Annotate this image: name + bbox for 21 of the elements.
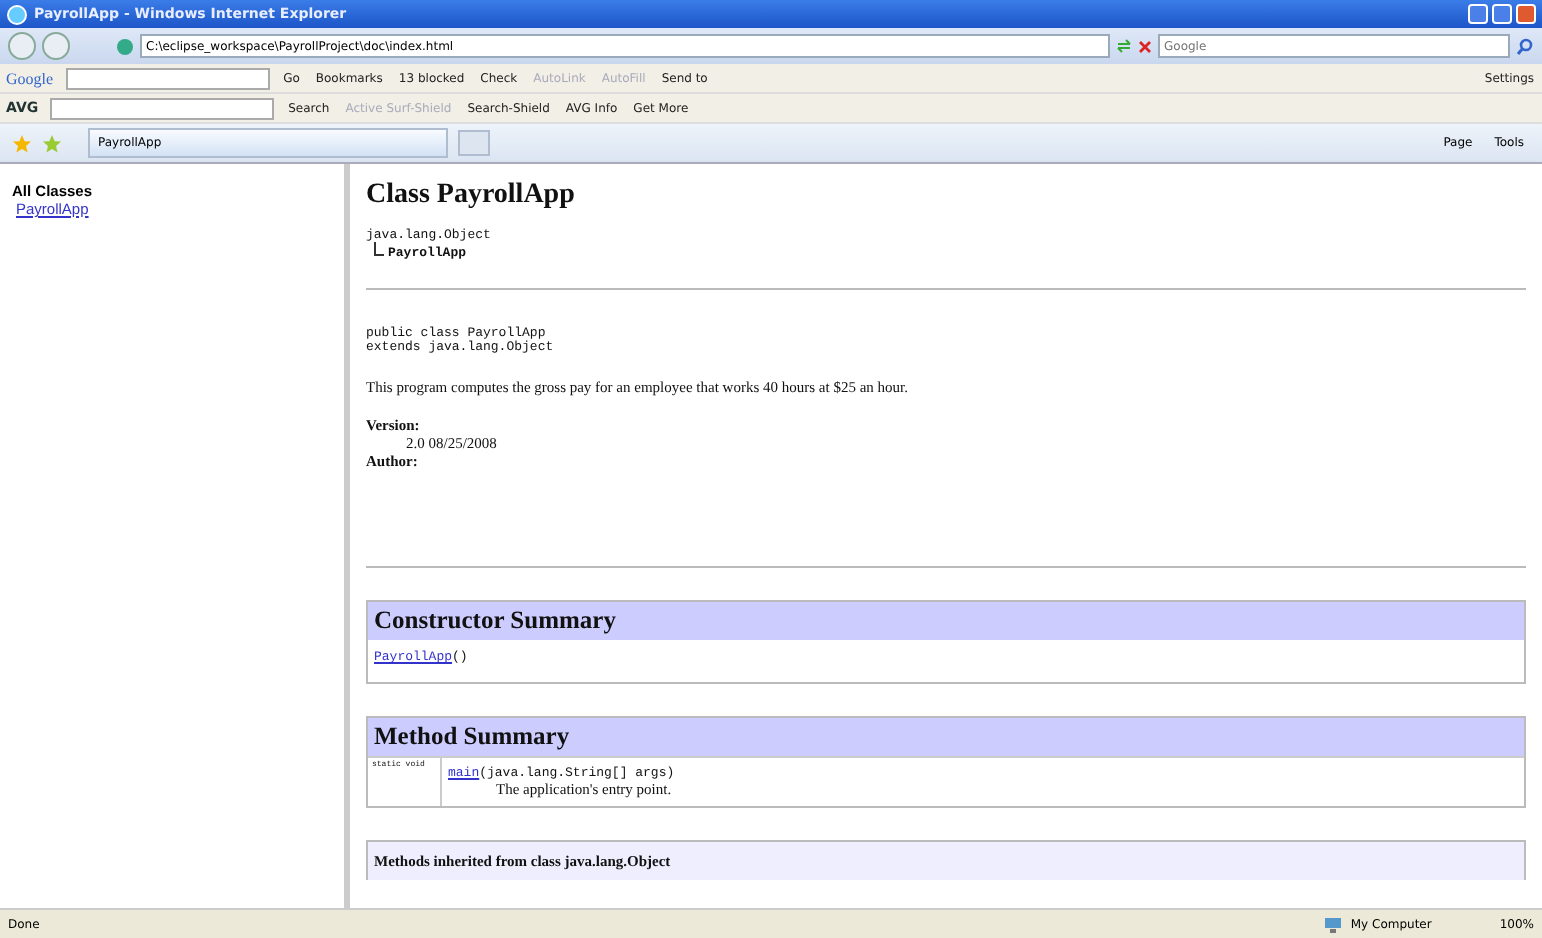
star-icon[interactable] xyxy=(12,133,32,153)
new-tab-button[interactable] xyxy=(458,130,490,156)
maximize-button[interactable] xyxy=(1492,4,1512,24)
forward-button[interactable] xyxy=(42,32,70,60)
class-title: Class PayrollApp xyxy=(366,180,577,212)
toolbar-logo: Google xyxy=(6,69,54,87)
summary-heading: Constructor Summary xyxy=(368,602,1524,640)
page-icon xyxy=(116,37,134,55)
close-button[interactable] xyxy=(1516,4,1536,24)
toolbar-search-field[interactable] xyxy=(65,67,270,89)
minimize-button[interactable] xyxy=(1468,4,1488,24)
refresh-icon[interactable] xyxy=(1116,38,1132,54)
toolbar-search-field[interactable] xyxy=(50,97,275,119)
computer-icon xyxy=(1324,915,1343,933)
star-icon[interactable] xyxy=(42,133,62,153)
tree-connector xyxy=(374,242,384,256)
stop-icon[interactable] xyxy=(1138,39,1152,53)
search-icon[interactable] xyxy=(1516,37,1534,55)
summary-heading: Method Summary xyxy=(368,718,1524,756)
browser-logo-icon xyxy=(6,3,28,25)
back-button[interactable] xyxy=(8,32,36,60)
